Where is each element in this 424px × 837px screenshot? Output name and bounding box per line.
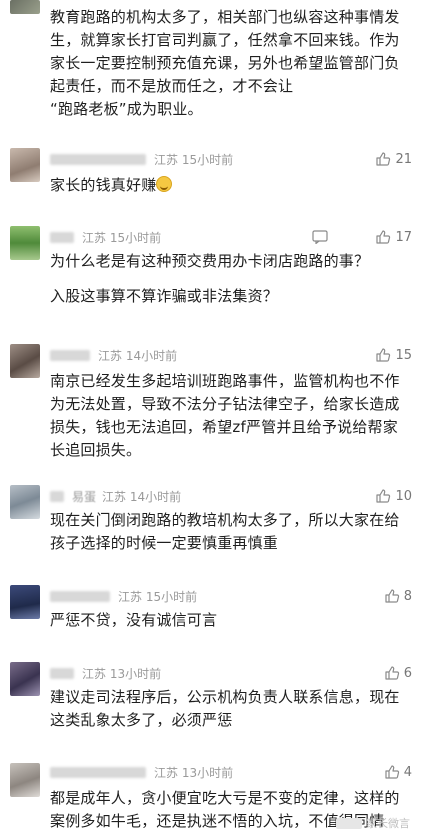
like-count: 15 (395, 347, 412, 363)
comment-text: 教育跑路的机构太多了，相关部门也纵容这种事情发生，就算家长打官司判赢了，任然拿不… (50, 8, 400, 118)
like-count: 17 (395, 229, 412, 245)
location-time: 江苏 14小时前 (98, 348, 178, 363)
location-time: 江苏 15小时前 (118, 589, 198, 604)
avatar[interactable] (10, 763, 40, 797)
location-time: 江苏 15小时前 (82, 230, 162, 245)
comment-text: 现在关门倒闭跑路的教培机构太多了，所以大家在给孩子选择的时候一定要慎重再慎重 (50, 511, 400, 552)
like-count: 21 (395, 151, 412, 167)
comment-text: 为什么老是有这种预交费用办卡闭店跑路的事？ 入股这事算不算诈骗或非法集资？ (50, 252, 370, 305)
comment-meta: 江苏 13小时前 (50, 664, 161, 682)
like-button[interactable]: 4 (384, 763, 412, 781)
username-blurred (50, 153, 146, 165)
avatar[interactable] (10, 226, 40, 260)
thumbs-up-icon (385, 589, 399, 603)
like-button[interactable]: 15 (375, 346, 412, 364)
like-button[interactable]: 21 (375, 150, 412, 168)
username-blurred (50, 490, 64, 502)
comment-meta: 江苏 15小时前 (50, 228, 161, 246)
watermark-logo-icon (336, 817, 362, 829)
avatar[interactable] (10, 662, 40, 696)
comment-text: 严惩不贷，没有诚信可言 (50, 611, 218, 629)
thumbs-up-icon (385, 765, 399, 779)
location-time: 江苏 14小时前 (102, 489, 182, 504)
comment-meta: 江苏 15小时前 (50, 587, 197, 605)
location-time: 江苏 13小时前 (154, 765, 234, 780)
comment-bubble-icon[interactable] (312, 230, 328, 244)
thumbs-up-icon (376, 230, 391, 244)
location-time: 江苏 13小时前 (82, 666, 162, 681)
like-button[interactable]: 8 (384, 587, 412, 605)
comment-text: 南京已经发生多起培训班跑路事件，监管机构也不作为无法处置，导致不法分子钻法律空子… (50, 372, 400, 459)
like-count: 6 (403, 665, 412, 681)
like-count: 4 (403, 764, 412, 780)
username-blurred (50, 766, 146, 778)
avatar[interactable] (10, 485, 40, 519)
avatar[interactable] (10, 0, 40, 14)
grinning-sweat-emoji (156, 176, 173, 192)
username: 易蛋 (72, 489, 97, 504)
like-button[interactable]: 6 (384, 664, 412, 682)
thumbs-up-icon (376, 489, 391, 503)
thumbs-up-icon (376, 152, 391, 166)
avatar[interactable] (10, 585, 40, 619)
avatar[interactable] (10, 344, 40, 378)
comment-text: 建议走司法程序后，公示机构负责人联系信息，现在这类乱象太多了，必须严惩 (50, 688, 400, 729)
comment-meta: 江苏 15小时前 (50, 150, 233, 168)
thumbs-up-icon (376, 348, 391, 362)
like-count: 8 (403, 588, 412, 604)
location-time: 江苏 15小时前 (154, 152, 234, 167)
like-count: 10 (395, 488, 412, 504)
comment-meta: 江苏 14小时前 (50, 346, 177, 364)
like-button[interactable]: 10 (375, 487, 412, 505)
username-blurred (50, 667, 74, 679)
comment-text: 家长的钱真好赚 (50, 174, 412, 197)
watermark: 家长微言 (336, 815, 410, 831)
like-button[interactable]: 17 (375, 228, 412, 246)
comment-meta: 江苏 13小时前 (50, 763, 233, 781)
username-blurred (50, 349, 90, 361)
comment-meta: 易蛋 江苏 14小时前 (50, 487, 181, 505)
username-blurred (50, 590, 110, 602)
avatar[interactable] (10, 148, 40, 182)
thumbs-up-icon (385, 666, 399, 680)
username-blurred (50, 231, 74, 243)
